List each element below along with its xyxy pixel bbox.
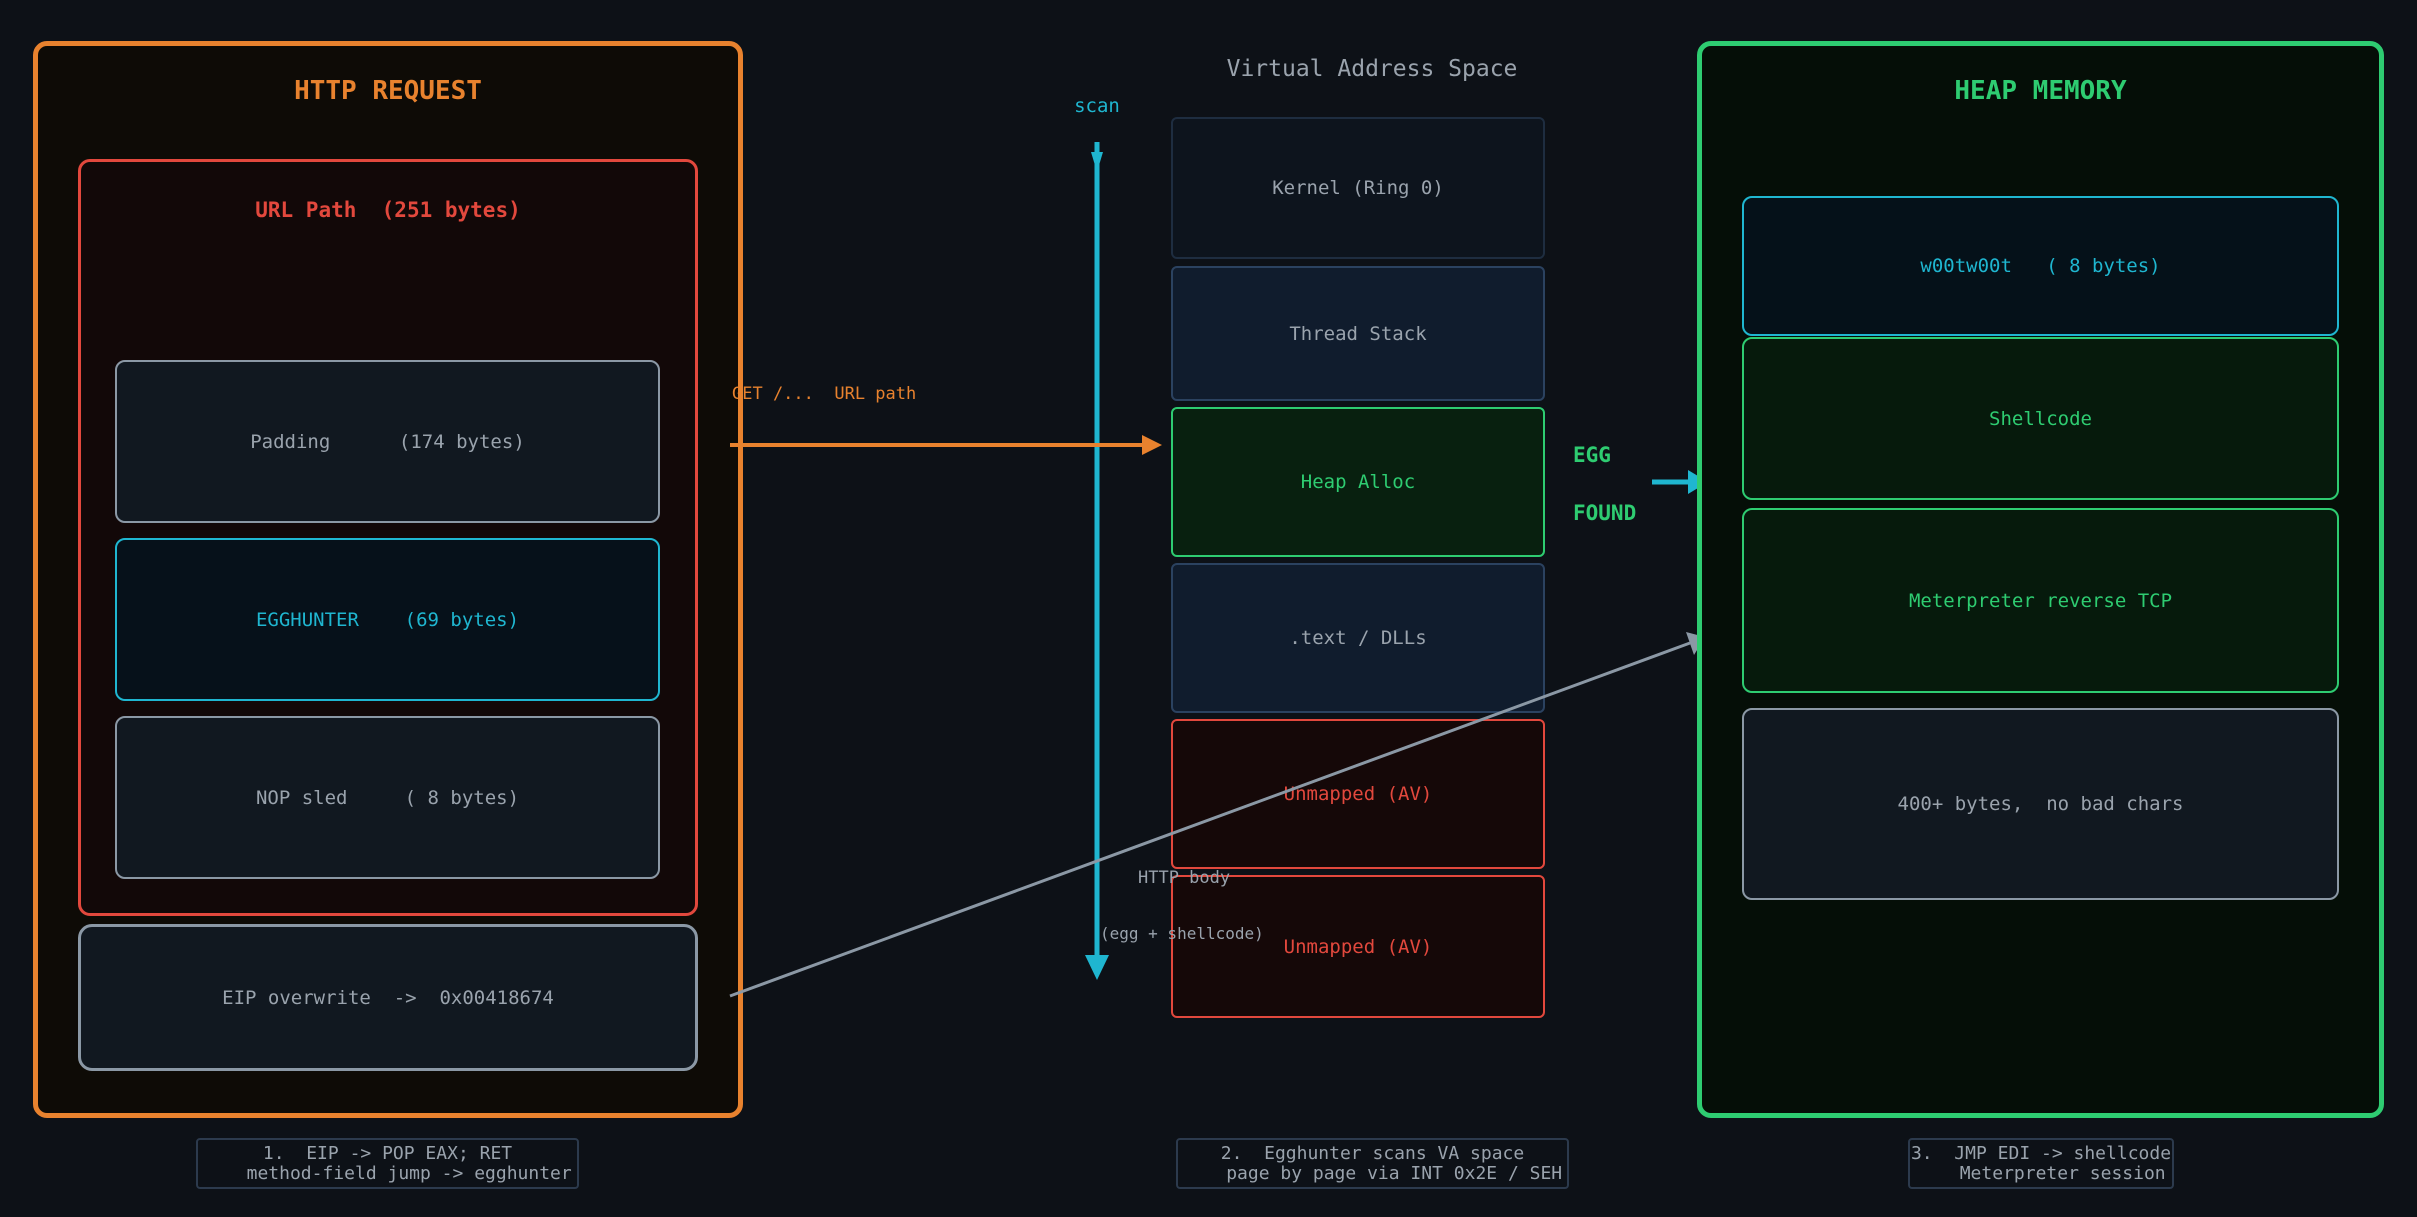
step2-caption: 2. Egghunter scans VA space page by page… — [1176, 1138, 1569, 1189]
heap-memory-title: HEAP MEMORY — [1954, 76, 2127, 106]
shellcode-block: Shellcode — [1742, 337, 2339, 500]
scan-start-arrowhead — [1091, 152, 1103, 172]
scan-end-arrowhead — [1085, 955, 1109, 980]
http-body-label: HTTP body — [1138, 868, 1231, 888]
get-arrowhead — [1142, 435, 1162, 455]
size-note-block: 400+ bytes, no bad chars — [1742, 708, 2339, 900]
egg-shellcode-label: (egg + shellcode) — [1100, 924, 1264, 943]
egg-label: EGG — [1573, 443, 1611, 467]
step3-caption: 3. JMP EDI -> shellcode Meterpreter sess… — [1908, 1138, 2174, 1189]
meterpreter-block: Meterpreter reverse TCP — [1742, 508, 2339, 693]
egg-tag-block: w00tw00t ( 8 bytes) — [1742, 196, 2339, 336]
found-label: FOUND — [1573, 501, 1637, 525]
eip-to-heap-line — [729, 641, 1691, 998]
get-url-path-label: GET /... URL path — [732, 384, 917, 404]
